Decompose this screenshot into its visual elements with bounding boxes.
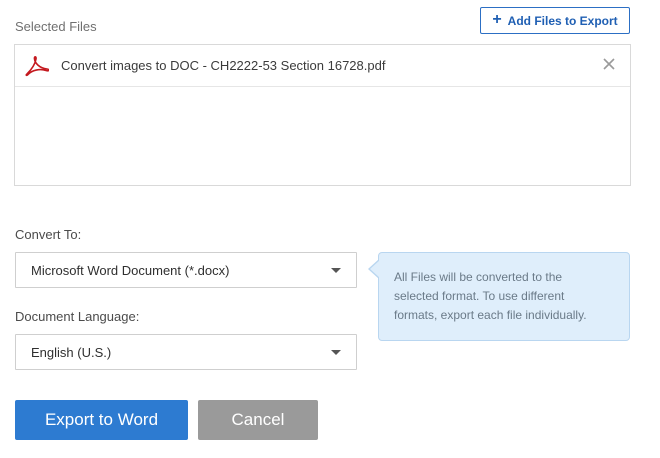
tooltip-line: selected format. To use different bbox=[394, 289, 565, 303]
cancel-button[interactable]: Cancel bbox=[198, 400, 318, 440]
tooltip-line: All Files will be converted to the bbox=[394, 270, 563, 284]
pdf-icon bbox=[25, 55, 49, 77]
export-to-word-button[interactable]: Export to Word bbox=[15, 400, 188, 440]
chevron-down-icon bbox=[331, 350, 341, 355]
add-files-button[interactable]: + Add Files to Export bbox=[480, 7, 630, 34]
document-language-select[interactable]: English (U.S.) bbox=[15, 334, 357, 370]
file-list-item[interactable]: Convert images to DOC - CH2222-53 Sectio… bbox=[15, 45, 630, 87]
add-files-button-label: Add Files to Export bbox=[507, 13, 618, 28]
convert-to-label: Convert To: bbox=[15, 227, 82, 242]
document-language-label: Document Language: bbox=[15, 309, 140, 324]
convert-to-select[interactable]: Microsoft Word Document (*.docx) bbox=[15, 252, 357, 288]
file-name: Convert images to DOC - CH2222-53 Sectio… bbox=[61, 58, 386, 73]
format-info-tooltip: All Files will be converted to the selec… bbox=[378, 252, 630, 341]
chevron-down-icon bbox=[331, 268, 341, 273]
document-language-value: English (U.S.) bbox=[31, 345, 112, 360]
plus-icon: + bbox=[492, 10, 502, 28]
convert-to-value: Microsoft Word Document (*.docx) bbox=[31, 263, 230, 278]
tooltip-line: formats, export each file individually. bbox=[394, 308, 587, 322]
selected-files-list: Convert images to DOC - CH2222-53 Sectio… bbox=[14, 44, 631, 186]
remove-file-icon[interactable] bbox=[602, 57, 616, 71]
tooltip-arrow-fill bbox=[370, 260, 380, 278]
selected-files-label: Selected Files bbox=[15, 19, 97, 34]
